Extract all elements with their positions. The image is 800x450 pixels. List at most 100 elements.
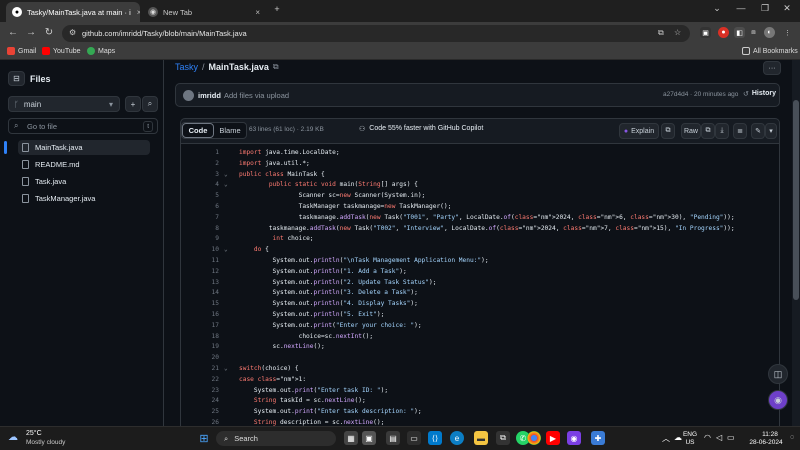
download-icon[interactable]: ⤓ [715,123,729,139]
blame-tab[interactable]: Blame [214,123,246,138]
profile-avatar[interactable]: ◐ [764,27,775,38]
edge-icon[interactable]: e [450,431,464,445]
close-icon[interactable]: × [131,8,140,17]
copy-path-icon[interactable]: ⧉ [273,62,279,72]
line-number[interactable]: 2 [181,159,219,170]
taskbar-search[interactable]: ⌕ Search [216,431,336,446]
line-number[interactable]: 26 [181,418,219,426]
side-panel-icon[interactable]: ◫ [768,364,788,384]
line-number[interactable]: 13 [181,278,219,289]
file-item-readme[interactable]: README.md [18,157,150,172]
go-to-file-input[interactable]: ⌕ Go to file t [8,118,158,134]
new-tab-button[interactable]: + [266,4,288,14]
branch-select[interactable]: ᚴ main ▾ [8,96,120,112]
commit-message[interactable]: Add files via upload [224,91,289,100]
extension-icon[interactable]: ▣ [700,27,711,38]
start-menu-icon[interactable]: ⊞ [197,431,211,445]
file-item-taskmanager[interactable]: TaskManager.java [18,191,150,206]
bookmark-gmail[interactable]: Gmail [7,47,36,55]
bookmark-youtube[interactable]: YouTube [42,47,81,55]
lang-label-1[interactable]: ENG [682,431,698,439]
copilot-chat-icon[interactable]: ◉ [768,390,788,410]
battery-icon[interactable]: ▭ [727,434,735,442]
cloud-tray-icon[interactable]: ☁ [674,434,682,442]
line-number[interactable]: 14 [181,288,219,299]
line-number[interactable]: 24 [181,396,219,407]
copilot-promo[interactable]: ⚇ Code 55% faster with GitHub Copilot [359,125,483,133]
back-arrow-icon[interactable]: ← [6,27,20,39]
chrome-icon-main[interactable] [527,431,541,445]
minimize-button[interactable]: — [730,3,752,13]
code-tab[interactable]: Code [182,123,214,138]
symbols-icon[interactable]: ≣ [733,123,747,139]
commit-author[interactable]: imridd [198,91,221,100]
page-scrollbar[interactable] [792,60,800,426]
vscode-icon[interactable]: ⟨⟩ [428,431,442,445]
fold-chevron-icon[interactable]: ⌄ [224,364,228,375]
copilot-chat-button[interactable]: ⧉ [661,123,675,139]
scroll-thumb[interactable] [793,100,799,300]
raw-button[interactable]: Raw [681,123,701,139]
close-window-button[interactable]: ✕ [776,3,798,14]
store-icon[interactable]: ⧉ [496,431,510,445]
copy-raw-icon[interactable]: ⧉ [701,123,715,139]
line-number[interactable]: 9 [181,234,219,245]
collapse-sidebar-button[interactable]: ⊟ [8,71,25,86]
maximize-button[interactable]: ❐ [754,3,776,14]
add-file-button[interactable]: + [125,96,141,112]
tab-new-tab[interactable]: ◉ New Tab × [142,2,266,22]
extensions-puzzle-icon[interactable]: ⧈ [748,27,759,38]
pinned-app-icon[interactable]: ✚ [591,431,605,445]
line-number[interactable]: 16 [181,310,219,321]
forward-arrow-icon[interactable]: → [24,27,38,39]
search-icon[interactable]: ⌕ [142,96,158,112]
line-number[interactable]: 10 [181,245,219,256]
line-number[interactable]: 5 [181,191,219,202]
folder-icon[interactable]: ▬ [474,431,488,445]
lang-label-2[interactable]: US [682,439,698,447]
file-item-task[interactable]: Task.java [18,174,150,189]
chevron-down-icon[interactable]: ▾ [765,123,777,139]
line-number[interactable]: 19 [181,342,219,353]
task-view-icon[interactable]: ▦ [344,431,358,445]
tray-overflow-icon[interactable]: ︿ [662,435,670,443]
close-icon[interactable]: × [249,8,260,17]
line-number[interactable]: 4 [181,180,219,191]
line-number[interactable]: 1 [181,148,219,159]
explain-button[interactable]: ● Explain [619,123,659,139]
line-number[interactable]: 18 [181,332,219,343]
avatar[interactable] [183,90,194,101]
line-number[interactable]: 11 [181,256,219,267]
address-bar[interactable]: ⚙ github.com/imridd/Tasky/blob/main/Main… [62,25,690,42]
line-number[interactable]: 17 [181,321,219,332]
line-number[interactable]: 7 [181,213,219,224]
file-explorer-icon[interactable]: ▤ [386,431,400,445]
clock-date[interactable]: 28-06-2024 [742,439,790,447]
code-viewer[interactable]: 1 import java.time.LocalDate; 2 import java… [180,144,780,426]
reload-icon[interactable]: ↻ [42,27,56,39]
line-number[interactable]: 8 [181,224,219,235]
volume-icon[interactable]: ◁ [716,434,722,442]
commit-hash[interactable]: a27d4d4 [663,91,688,98]
fold-chevron-icon[interactable]: ⌄ [224,170,228,181]
fold-chevron-icon[interactable]: ⌄ [224,245,228,256]
widget-app-icon[interactable]: ▣ [362,431,376,445]
terminal-icon[interactable]: ▭ [407,431,421,445]
extension-blue-icon[interactable]: ◧ [734,27,745,38]
edit-pencil-icon[interactable]: ✎ [751,123,765,139]
notification-icon[interactable]: ◌ [790,434,794,442]
more-options-button[interactable]: ··· [763,61,781,75]
fold-chevron-icon[interactable]: ⌄ [224,180,228,191]
line-number[interactable]: 20 [181,353,219,364]
line-number[interactable]: 22 [181,375,219,386]
media-app-icon[interactable]: ◉ [567,431,581,445]
all-bookmarks[interactable]: All Bookmarks [742,47,798,55]
extension-red-icon[interactable]: ● [718,27,729,38]
line-number[interactable]: 21 [181,364,219,375]
line-number[interactable]: 3 [181,170,219,181]
line-number[interactable]: 12 [181,267,219,278]
tab-search-icon[interactable]: ⌄ [706,3,728,14]
wifi-icon[interactable]: ◠ [704,434,711,442]
install-icon[interactable]: ⧉ [658,28,664,38]
menu-dots-icon[interactable]: ⋮ [782,27,793,38]
